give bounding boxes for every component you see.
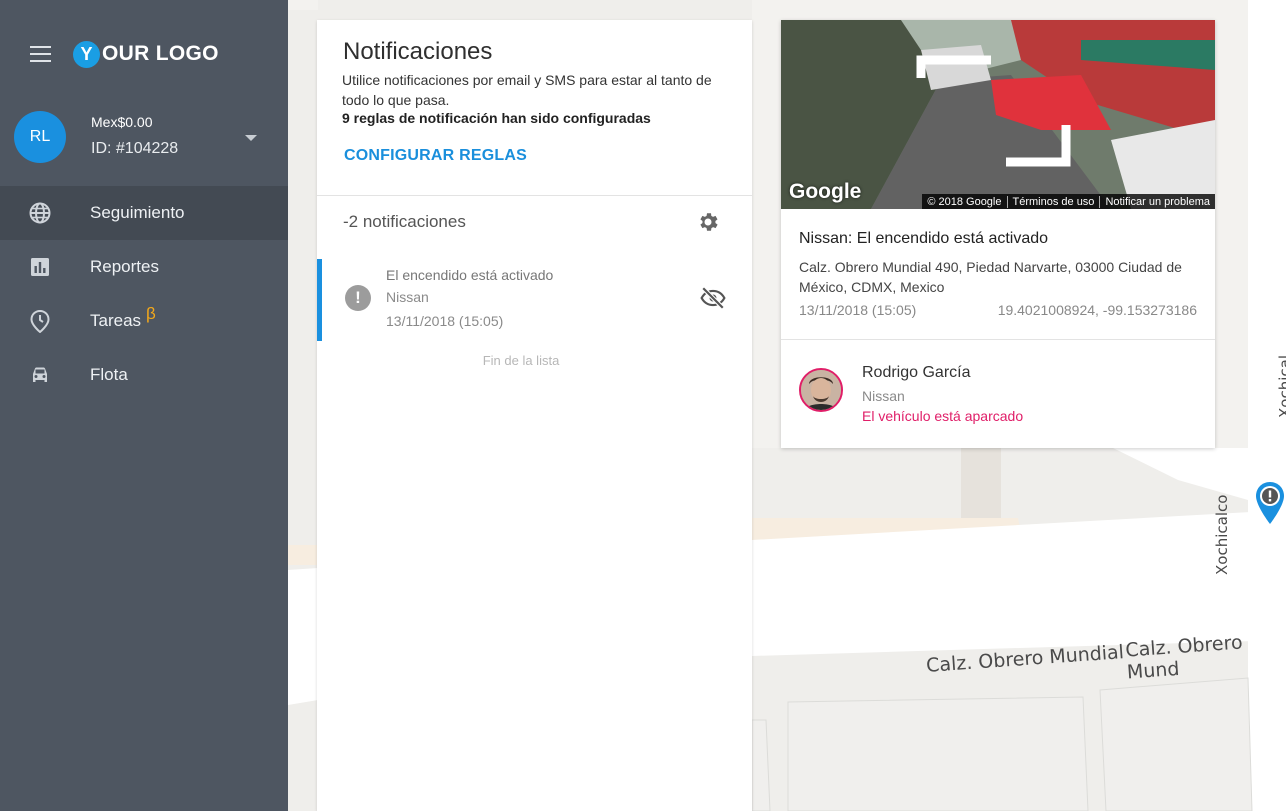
- sidebar-item-label: Seguimiento: [90, 203, 185, 222]
- clock-pin-icon: [30, 309, 50, 333]
- vehicle-status: El vehículo está aparcado: [862, 408, 1024, 424]
- page-title: Notificaciones: [343, 38, 493, 65]
- notifications-count: -2 notificaciones: [343, 212, 466, 231]
- map-attribution: © 2018 Google Términos de uso Notificar …: [922, 194, 1215, 209]
- sidebar-item-label: Tareas: [90, 311, 142, 330]
- notification-detail-card: Google © 2018 Google Términos de uso Not…: [781, 20, 1215, 448]
- globe-icon: [29, 202, 51, 224]
- sidebar-item-tareas[interactable]: Tareas β: [0, 294, 288, 348]
- driver-name: Rodrigo García: [862, 364, 971, 381]
- account-id: ID: #104228: [91, 140, 179, 157]
- sidebar-item-flota[interactable]: Flota: [0, 348, 288, 402]
- notifications-description: Utilice notificaciones por email y SMS p…: [342, 72, 712, 108]
- car-icon: [33, 367, 47, 382]
- hamburger-menu-icon[interactable]: [30, 46, 51, 62]
- detail-coordinates: 19.4021008924, -99.153273186: [997, 302, 1197, 318]
- street-label-xochicalco: Xochicalco: [1213, 494, 1231, 575]
- street-label-xochicalco-2: Xochical: [1276, 355, 1286, 418]
- detail-title: Nissan: El encendido está activado: [799, 230, 1049, 247]
- detail-date: 13/11/2018 (15:05): [799, 302, 917, 318]
- account-balance: Mex$0.00: [91, 114, 153, 130]
- sidebar-item-label: Flota: [90, 365, 128, 384]
- driver-vehicle: Nissan: [862, 388, 905, 404]
- copyright-text: © 2018 Google: [922, 195, 1008, 208]
- notification-vehicle: Nissan: [386, 289, 429, 305]
- sidebar-item-seguimiento[interactable]: Seguimiento: [0, 186, 288, 240]
- bar-chart-icon: [31, 258, 49, 276]
- notification-title: El encendido está activado: [386, 267, 554, 283]
- sidebar: Y OUR LOGO RL Mex$0.00 ID: #104228 Segui…: [0, 0, 288, 811]
- sidebar-item-reportes[interactable]: Reportes: [0, 240, 288, 294]
- account-switcher[interactable]: RL Mex$0.00 ID: #104228: [0, 108, 288, 186]
- user-avatar: RL: [14, 111, 66, 163]
- end-of-list-label: Fin de la lista: [482, 353, 560, 368]
- logo-mark: Y: [73, 40, 100, 68]
- rules-summary: 9 reglas de notificación han sido config…: [342, 110, 651, 126]
- notifications-panel: Notificaciones Utilice notificaciones po…: [317, 20, 752, 811]
- caret-down-icon[interactable]: [245, 135, 257, 141]
- street-view-image[interactable]: Google © 2018 Google Términos de uso Not…: [781, 20, 1215, 209]
- divider: [781, 339, 1215, 340]
- terms-link[interactable]: Términos de uso: [1008, 195, 1101, 208]
- notification-item[interactable]: ! El encendido está activado Nissan 13/1…: [317, 259, 752, 341]
- report-problem-link[interactable]: Notificar un problema: [1100, 196, 1215, 208]
- vehicle-alert-pin-icon[interactable]: [1255, 481, 1285, 525]
- google-brand: Google: [789, 180, 862, 203]
- gear-icon[interactable]: [696, 210, 720, 234]
- logo[interactable]: Y OUR LOGO: [73, 40, 219, 68]
- logo-text: OUR LOGO: [102, 42, 219, 65]
- notifications-count-row: -2 notificaciones: [317, 196, 752, 250]
- sidebar-header: Y OUR LOGO: [0, 0, 288, 108]
- beta-badge: β: [146, 304, 156, 323]
- alert-icon: !: [345, 285, 371, 311]
- notifications-header: Notificaciones Utilice notificaciones po…: [317, 20, 752, 196]
- driver-avatar[interactable]: [799, 368, 843, 412]
- driver-photo: [801, 370, 841, 410]
- eye-off-icon[interactable]: [700, 285, 726, 311]
- sidebar-nav: Seguimiento Reportes Tareas β Flota: [0, 186, 288, 402]
- sidebar-item-label: Reportes: [90, 257, 159, 276]
- configure-rules-link[interactable]: CONFIGURAR REGLAS: [344, 147, 527, 165]
- detail-address: Calz. Obrero Mundial 490, Piedad Narvart…: [799, 259, 1182, 295]
- notification-date: 13/11/2018 (15:05): [386, 313, 504, 329]
